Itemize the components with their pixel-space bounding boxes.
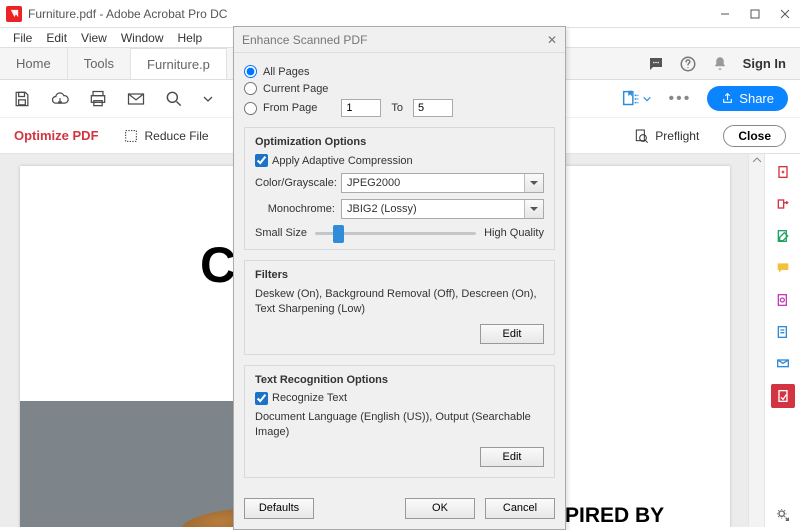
rail-edit-icon[interactable]	[771, 224, 795, 248]
menu-window[interactable]: Window	[116, 31, 169, 45]
menu-file[interactable]: File	[8, 31, 37, 45]
page-heading: C	[200, 236, 236, 294]
reduce-file-button[interactable]: Reduce File	[123, 128, 209, 144]
dialog-title: Enhance Scanned PDF	[242, 33, 367, 47]
minimize-button[interactable]	[710, 0, 740, 28]
adaptive-checkbox[interactable]	[255, 154, 268, 167]
radio-current-page[interactable]	[244, 82, 257, 95]
preflight-label: Preflight	[655, 129, 699, 143]
label-from-page: From Page	[263, 102, 317, 114]
close-window-button[interactable]	[770, 0, 800, 28]
help-icon[interactable]	[679, 55, 697, 73]
close-button[interactable]: Close	[723, 125, 786, 147]
label-to: To	[391, 102, 403, 114]
label-current-page: Current Page	[263, 83, 328, 95]
rail-settings-icon[interactable]	[771, 503, 795, 527]
rail-organize-icon[interactable]	[771, 288, 795, 312]
app-icon	[6, 6, 22, 22]
reduce-file-label: Reduce File	[145, 129, 209, 143]
cancel-button[interactable]: Cancel	[485, 498, 555, 519]
high-quality-label: High Quality	[484, 227, 544, 239]
quality-slider[interactable]	[315, 232, 476, 235]
text-rec-desc: Document Language (English (US)), Output…	[255, 410, 544, 441]
from-page-input[interactable]	[341, 99, 381, 117]
filters-edit-button[interactable]: Edit	[480, 324, 544, 344]
recognize-label: Recognize Text	[272, 392, 347, 404]
label-all-pages: All Pages	[263, 66, 309, 78]
titlebar: Furniture.pdf - Adobe Acrobat Pro DC	[0, 0, 800, 28]
mail-icon[interactable]	[126, 89, 146, 109]
dialog-titlebar[interactable]: Enhance Scanned PDF ✕	[234, 27, 565, 53]
search-icon[interactable]	[164, 89, 184, 109]
mono-label: Monochrome:	[255, 203, 335, 215]
scrollbar[interactable]	[748, 154, 764, 527]
tab-tools[interactable]: Tools	[68, 48, 131, 79]
tab-home[interactable]: Home	[0, 48, 68, 79]
rail-comment-icon[interactable]	[771, 256, 795, 280]
save-icon[interactable]	[12, 89, 32, 109]
print-icon[interactable]	[88, 89, 108, 109]
dropdown-icon[interactable]	[202, 89, 214, 109]
filters-text: Deskew (On), Background Removal (Off), D…	[255, 287, 544, 318]
optimize-label: Optimize PDF	[14, 128, 99, 143]
ok-button[interactable]: OK	[405, 498, 475, 519]
menu-edit[interactable]: Edit	[41, 31, 72, 45]
mono-select[interactable]: JBIG2 (Lossy)	[341, 199, 544, 219]
radio-from-page[interactable]	[244, 102, 257, 115]
small-size-label: Small Size	[255, 227, 307, 239]
rail-protect-icon[interactable]	[771, 352, 795, 376]
rail-create-icon[interactable]	[771, 160, 795, 184]
text-rec-title: Text Recognition Options	[255, 374, 544, 386]
slider-thumb[interactable]	[333, 225, 344, 243]
right-rail	[764, 154, 800, 527]
color-label: Color/Grayscale:	[255, 177, 335, 189]
recognize-checkbox[interactable]	[255, 392, 268, 405]
rail-optimize-icon[interactable]	[771, 384, 795, 408]
defaults-button[interactable]: Defaults	[244, 498, 314, 519]
enhance-dialog: Enhance Scanned PDF ✕ All Pages Current …	[233, 26, 566, 530]
rail-scan-icon[interactable]	[771, 320, 795, 344]
bell-icon[interactable]	[711, 55, 729, 73]
chat-icon[interactable]	[647, 55, 665, 73]
menu-help[interactable]: Help	[173, 31, 208, 45]
share-label: Share	[739, 91, 774, 106]
filters-title: Filters	[255, 269, 544, 281]
radio-all-pages[interactable]	[244, 65, 257, 78]
window-title: Furniture.pdf - Adobe Acrobat Pro DC	[28, 7, 227, 21]
dialog-close-icon[interactable]: ✕	[547, 33, 557, 47]
menu-view[interactable]: View	[76, 31, 112, 45]
optimization-title: Optimization Options	[255, 136, 544, 148]
text-rec-edit-button[interactable]: Edit	[480, 447, 544, 467]
adaptive-label: Apply Adaptive Compression	[272, 155, 413, 167]
tab-document[interactable]: Furniture.p	[131, 48, 227, 79]
more-icon[interactable]: •••	[668, 90, 691, 108]
color-select[interactable]: JPEG2000	[341, 173, 544, 193]
rail-export-icon[interactable]	[771, 192, 795, 216]
bookmark-icon[interactable]	[620, 88, 652, 110]
maximize-button[interactable]	[740, 0, 770, 28]
share-button[interactable]: Share	[707, 86, 788, 111]
preflight-button[interactable]: Preflight	[633, 128, 699, 144]
cloud-icon[interactable]	[50, 89, 70, 109]
signin-button[interactable]: Sign In	[743, 56, 786, 71]
to-page-input[interactable]	[413, 99, 453, 117]
